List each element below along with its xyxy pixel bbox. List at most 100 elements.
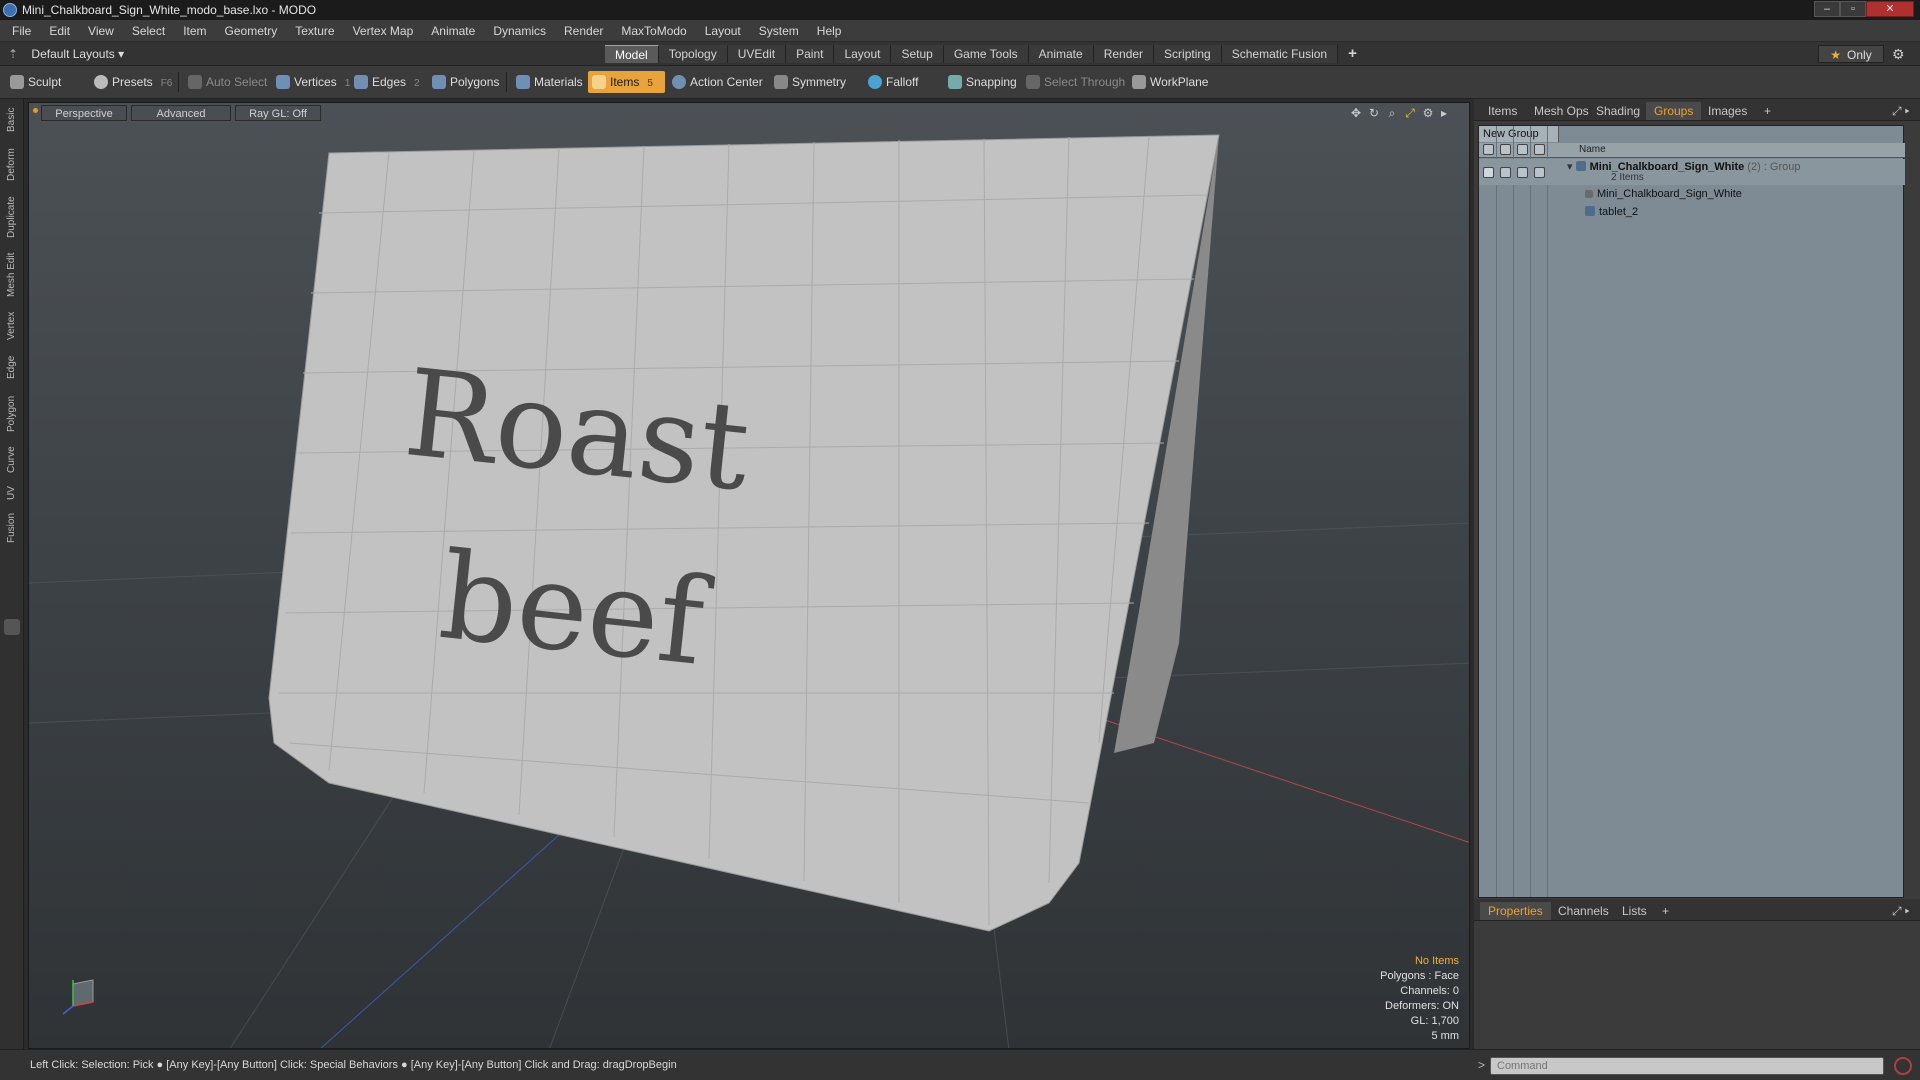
panel-expand-icon[interactable]: ⤢ ▸: [1884, 102, 1918, 120]
layout-tab-uvedit[interactable]: UVEdit: [727, 45, 787, 63]
layout-tab-setup[interactable]: Setup: [891, 45, 944, 63]
properties-tab-lists[interactable]: Lists: [1614, 902, 1655, 920]
menu-vertex-map[interactable]: Vertex Map: [344, 20, 423, 42]
fit-icon[interactable]: ⤢: [1403, 106, 1417, 120]
shading-dropdown[interactable]: Advanced: [131, 105, 231, 121]
groups-list[interactable]: New Group Name ▾ Mini_Chalkboard_Sign_Wh…: [1478, 125, 1905, 898]
zoom-icon[interactable]: ⌕: [1385, 106, 1399, 120]
select-icon[interactable]: [1534, 144, 1545, 155]
clear-command-icon[interactable]: [1894, 1057, 1912, 1075]
render-icon[interactable]: [1500, 144, 1511, 155]
list-item[interactable]: Mini_Chalkboard_Sign_White: [1479, 186, 1905, 203]
layout-tab-layout[interactable]: Layout: [834, 45, 892, 63]
menu-help[interactable]: Help: [808, 20, 851, 42]
left-tab-vertex[interactable]: Vertex: [2, 307, 22, 345]
raygl-toggle[interactable]: Ray GL: Off: [235, 105, 321, 121]
divider: [1530, 126, 1531, 897]
lock-icon[interactable]: [1517, 144, 1528, 155]
left-tab-mesh-edit[interactable]: Mesh Edit: [2, 247, 22, 303]
group-lock-icon[interactable]: [1517, 167, 1528, 178]
menu-render[interactable]: Render: [555, 20, 612, 42]
panel-expand-icon[interactable]: ⤢ ▸: [1884, 902, 1918, 920]
group-row[interactable]: ▾ Mini_Chalkboard_Sign_White (2) : Group…: [1479, 159, 1905, 185]
layout-tab-schematic-fusion[interactable]: Schematic Fusion: [1221, 45, 1339, 63]
menu-dynamics[interactable]: Dynamics: [484, 20, 555, 42]
items-button[interactable]: Items 5: [588, 71, 665, 93]
layout-tab-model[interactable]: Model: [605, 45, 659, 63]
edges-button[interactable]: Edges 2: [350, 71, 420, 93]
layout-tab-scripting[interactable]: Scripting: [1154, 45, 1222, 63]
sculpt-button[interactable]: Sculpt: [6, 71, 76, 93]
close-button[interactable]: ✕: [1866, 1, 1914, 17]
only-toggle[interactable]: ★ Only: [1818, 45, 1884, 63]
groups-tab-groups[interactable]: Groups: [1646, 102, 1702, 120]
command-input[interactable]: [1490, 1057, 1884, 1075]
left-tab-basic[interactable]: Basic: [2, 101, 22, 139]
groups-tab-items[interactable]: Items: [1480, 102, 1525, 120]
groups-tab-mesh-ops[interactable]: Mesh Ops: [1526, 102, 1597, 120]
rotate-icon[interactable]: ↻: [1367, 106, 1381, 120]
menu-animate[interactable]: Animate: [422, 20, 484, 42]
vertices-button[interactable]: Vertices 1: [272, 71, 350, 93]
gear-icon[interactable]: ⚙: [1892, 46, 1905, 63]
action-center-button[interactable]: Action Center: [668, 71, 763, 93]
menu-edit[interactable]: Edit: [40, 20, 79, 42]
properties-tab-channels[interactable]: Channels: [1550, 902, 1617, 920]
presets-button[interactable]: Presets F6: [90, 71, 172, 93]
3d-viewport[interactable]: Roast beef Perspective Advanced Ray GL: …: [28, 102, 1470, 1049]
viewport-menu-dot-icon[interactable]: [33, 108, 38, 113]
polygons-button[interactable]: Polygons: [428, 71, 499, 93]
menu-view[interactable]: View: [79, 20, 123, 42]
symmetry-icon: [774, 75, 788, 89]
left-tab-curve[interactable]: Curve: [2, 443, 22, 477]
expand-arrow-icon[interactable]: ▸: [1437, 106, 1451, 120]
layout-dropdown[interactable]: ⇡ Default Layouts ▾: [8, 45, 124, 63]
pan-icon[interactable]: ✥: [1349, 106, 1363, 120]
menu-layout[interactable]: Layout: [696, 20, 750, 42]
groups-tab-images[interactable]: Images: [1700, 102, 1755, 120]
menu-texture[interactable]: Texture: [286, 20, 343, 42]
collapse-toggle-icon[interactable]: ▾: [1567, 161, 1573, 173]
list-item[interactable]: tablet_2: [1479, 204, 1905, 221]
menu-maxtomodo[interactable]: MaxToModo: [612, 20, 695, 42]
layout-tab-animate[interactable]: Animate: [1028, 45, 1094, 63]
brush-icon: [10, 75, 24, 89]
layout-tab-paint[interactable]: Paint: [786, 45, 835, 63]
groups-tab-shading[interactable]: Shading: [1588, 102, 1648, 120]
maximize-button[interactable]: ▫: [1840, 1, 1866, 17]
snapping-button[interactable]: Snapping: [944, 71, 1017, 93]
add-tab-icon[interactable]: +: [1654, 902, 1677, 920]
visibility-eye-icon[interactable]: [1483, 144, 1494, 155]
add-layout-tab-icon[interactable]: +: [1338, 45, 1367, 63]
left-tab-duplicate[interactable]: Duplicate: [2, 191, 22, 243]
properties-tab-properties[interactable]: Properties: [1480, 902, 1551, 920]
minimize-button[interactable]: –: [1814, 1, 1840, 17]
collapse-arrow-icon[interactable]: ⇡: [8, 47, 18, 61]
left-tab-fusion[interactable]: Fusion: [2, 509, 22, 547]
layout-tab-game-tools[interactable]: Game Tools: [943, 45, 1029, 63]
layout-tab-render[interactable]: Render: [1093, 45, 1155, 63]
left-tab-uv[interactable]: UV: [2, 481, 22, 505]
group-render-icon[interactable]: [1500, 167, 1511, 178]
layout-tab-topology[interactable]: Topology: [658, 45, 728, 63]
perspective-dropdown[interactable]: Perspective: [41, 105, 127, 121]
left-tab-edge[interactable]: Edge: [2, 349, 22, 385]
left-tab-deform[interactable]: Deform: [2, 143, 22, 187]
menu-geometry[interactable]: Geometry: [216, 20, 287, 42]
materials-button[interactable]: Materials: [512, 71, 583, 93]
menu-file[interactable]: File: [3, 20, 40, 42]
viewport-gear-icon[interactable]: ⚙: [1421, 106, 1435, 120]
group-select-icon[interactable]: [1534, 167, 1545, 178]
auto-select-button[interactable]: Auto Select: [184, 71, 267, 93]
select-through-button[interactable]: Select Through: [1022, 71, 1125, 93]
left-panel-toggle-icon[interactable]: [4, 619, 20, 635]
menu-item[interactable]: Item: [174, 20, 215, 42]
menu-system[interactable]: System: [750, 20, 808, 42]
menu-select[interactable]: Select: [123, 20, 174, 42]
workplane-button[interactable]: WorkPlane: [1128, 71, 1208, 93]
add-tab-icon[interactable]: +: [1756, 102, 1779, 120]
group-visibility-icon[interactable]: [1483, 167, 1494, 178]
left-tab-polygon[interactable]: Polygon: [2, 389, 22, 439]
falloff-button[interactable]: Falloff: [864, 71, 918, 93]
symmetry-button[interactable]: Symmetry: [770, 71, 846, 93]
